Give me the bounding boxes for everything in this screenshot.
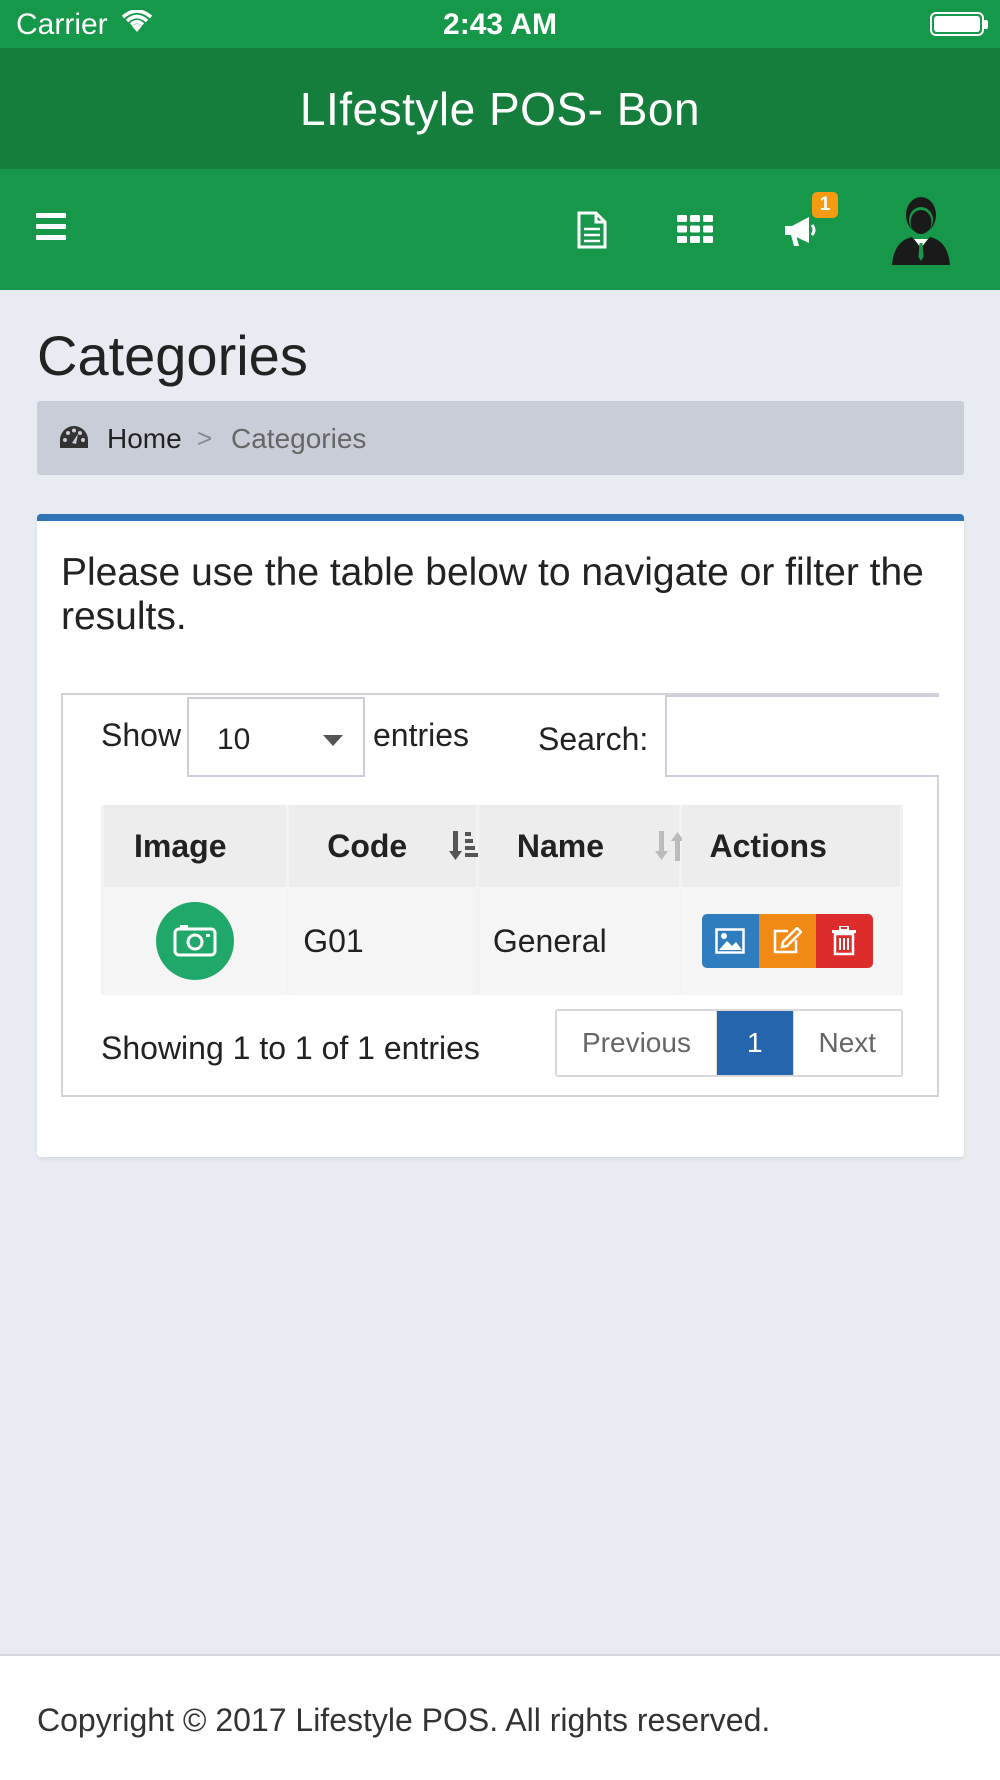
column-header-name[interactable]: Name — [478, 805, 684, 887]
trash-icon — [832, 926, 857, 956]
datatable-wrapper: Show 10 entries Search: Image Code Name … — [61, 693, 939, 1097]
column-header-code[interactable]: Code — [289, 805, 479, 887]
top-navbar: 1 — [0, 169, 1000, 290]
grid-icon[interactable] — [677, 215, 713, 243]
menu-icon[interactable] — [36, 213, 66, 240]
edit-button[interactable] — [758, 914, 816, 968]
megaphone-icon[interactable] — [783, 213, 819, 249]
status-time: 2:43 AM — [443, 8, 557, 41]
column-header-actions: Actions — [681, 805, 900, 887]
pagination: Previous 1 Next — [555, 1009, 904, 1077]
search-label: Search: — [538, 721, 649, 757]
cell-actions — [681, 887, 900, 995]
table-info: Showing 1 to 1 of 1 entries — [101, 1030, 480, 1066]
show-label: Show — [101, 717, 182, 753]
sort-both-icon — [654, 831, 684, 861]
app-title: LIfestyle POS- Bon — [299, 83, 701, 135]
cell-code: G01 — [289, 887, 476, 995]
action-button-group — [701, 914, 873, 968]
intro-text: Please use the table below to navigate o… — [61, 551, 924, 638]
pagination-next[interactable]: Next — [792, 1011, 902, 1075]
categories-table: Image Code Name Actions G01 General — [101, 805, 903, 995]
app-header: LIfestyle POS- Bon — [0, 48, 1000, 169]
notification-badge: 1 — [812, 192, 838, 218]
table-header-row: Image Code Name Actions — [104, 805, 900, 887]
search-input[interactable] — [665, 695, 939, 777]
battery-icon — [930, 12, 988, 36]
delete-button[interactable] — [815, 914, 873, 968]
entries-length-value: 10 — [217, 723, 251, 756]
cell-name: General — [478, 887, 679, 995]
cell-image — [104, 887, 287, 995]
entries-length-select[interactable]: 10 — [187, 697, 365, 777]
sort-ascending-icon — [449, 831, 479, 860]
column-header-image: Image — [104, 805, 287, 887]
breadcrumb-separator: > — [197, 423, 213, 453]
copyright-text: Copyright © 2017 Lifestyle POS. All righ… — [37, 1702, 771, 1738]
footer: Copyright © 2017 Lifestyle POS. All righ… — [0, 1654, 1000, 1780]
breadcrumb-home-link[interactable]: Home — [107, 423, 182, 455]
camera-icon[interactable] — [156, 902, 235, 980]
dashboard-icon — [60, 426, 88, 448]
chevron-down-icon — [323, 735, 343, 746]
pagination-previous[interactable]: Previous — [557, 1011, 717, 1075]
page-title: Categories — [37, 324, 308, 387]
breadcrumb-current: Categories — [231, 423, 367, 454]
document-icon[interactable] — [576, 211, 608, 249]
image-icon — [715, 928, 745, 954]
user-avatar-icon[interactable] — [890, 191, 952, 265]
categories-box: Please use the table below to navigate o… — [37, 514, 964, 1157]
entries-label: entries — [373, 717, 470, 753]
edit-icon — [773, 927, 803, 954]
breadcrumb: Home > Categories — [37, 401, 964, 475]
view-image-button[interactable] — [701, 914, 759, 968]
status-bar: Carrier 2:43 AM — [0, 0, 1000, 48]
table-row: G01 General — [104, 887, 900, 995]
pagination-page-1[interactable]: 1 — [716, 1011, 793, 1075]
